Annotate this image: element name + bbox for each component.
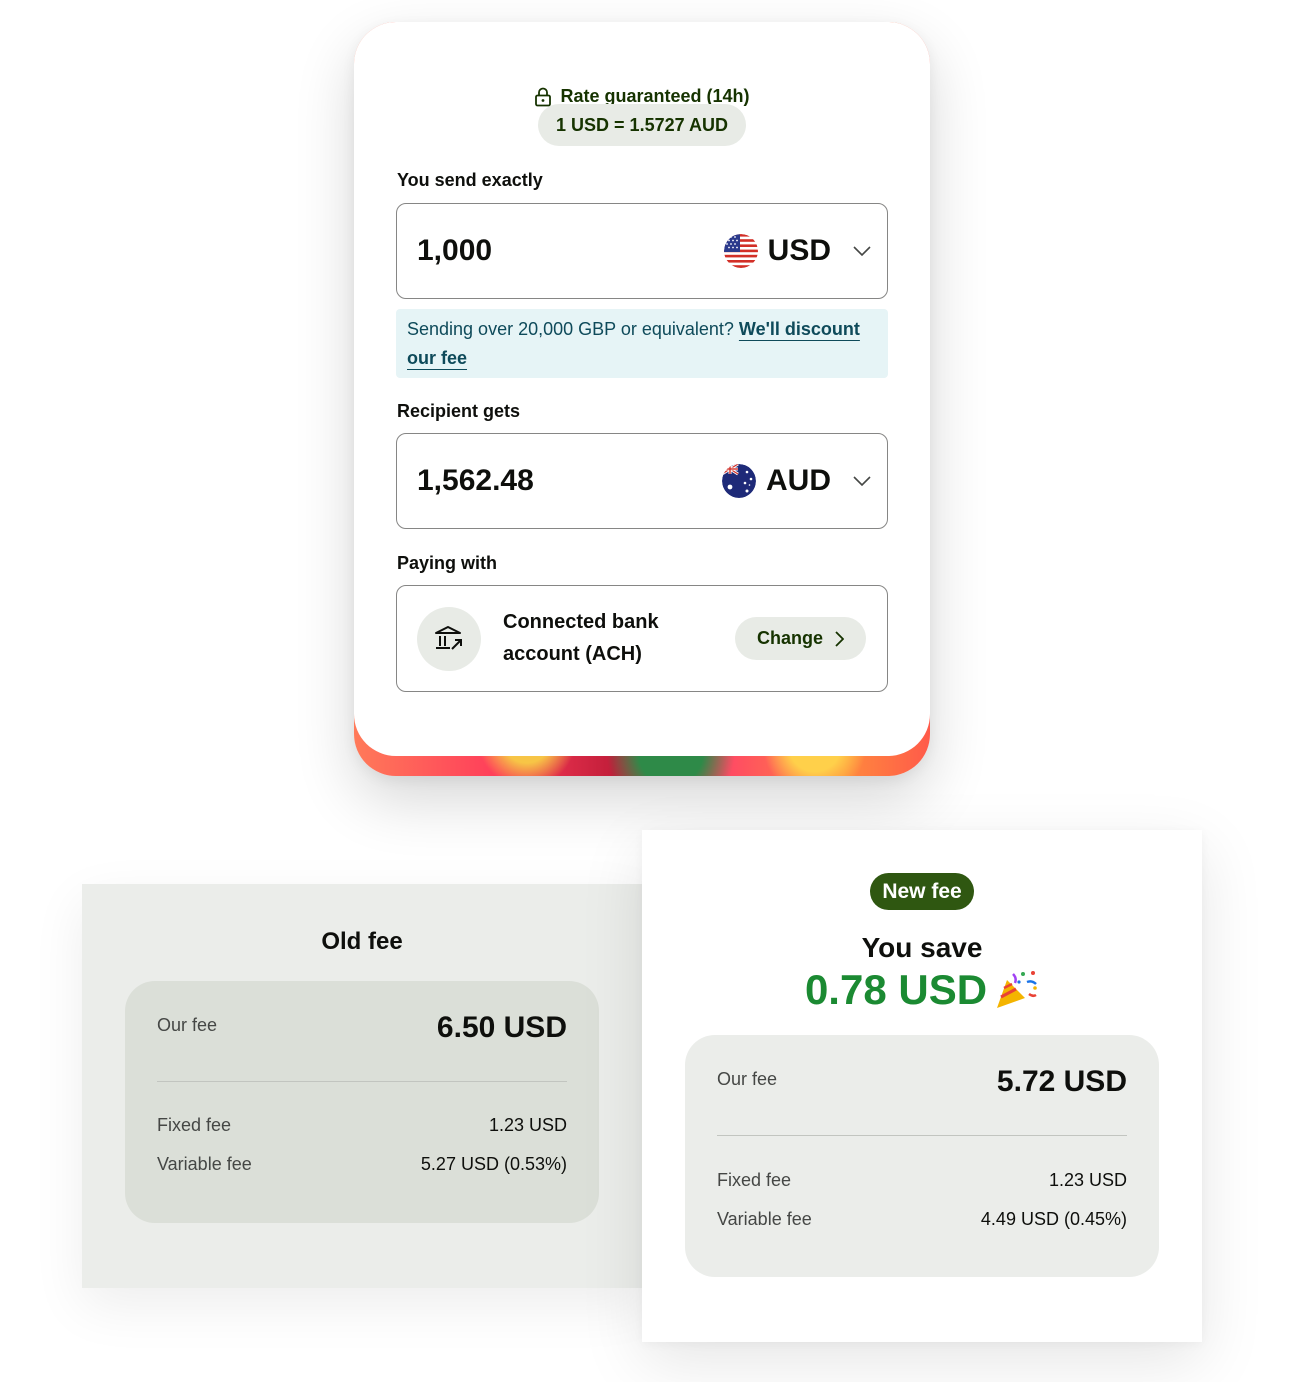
exchange-rate-pill[interactable]: 1 USD = 1.5727 AUD xyxy=(538,104,746,146)
chevron-down-icon xyxy=(853,475,871,486)
fixed-fee-label: Fixed fee xyxy=(157,1115,232,1135)
change-payment-button[interactable]: Change xyxy=(735,617,866,660)
send-amount-field[interactable]: 1,000 USD xyxy=(396,203,888,299)
variable-fee-value: 4.49 USD (0.45%) xyxy=(980,1209,1127,1229)
change-button-label: Change xyxy=(756,628,823,648)
fee-divider xyxy=(717,1135,1127,1136)
old-fee-breakdown: Our fee 6.50 USD Fixed fee 1.23 USD Vari… xyxy=(125,981,599,1223)
fixed-fee-row: Fixed fee 1.23 USD xyxy=(157,1115,567,1139)
transfer-card-frame: Rate guaranteed (14h) 1 USD = 1.5727 AUD… xyxy=(354,22,930,776)
variable-fee-label: Variable fee xyxy=(717,1209,812,1229)
chevron-down-icon xyxy=(853,245,871,256)
send-currency-code: USD xyxy=(767,233,831,267)
exchange-rate-text: 1 USD = 1.5727 AUD xyxy=(556,114,728,135)
variable-fee-value: 5.27 USD (0.53%) xyxy=(420,1154,567,1174)
receive-currency-select[interactable]: AUD xyxy=(722,434,871,527)
us-flag-icon xyxy=(723,233,758,268)
our-fee-total: 6.50 USD xyxy=(436,1011,567,1044)
bank-icon xyxy=(417,607,481,671)
paying-with-label: Paying with xyxy=(397,553,498,573)
new-fee-breakdown: Our fee 5.72 USD Fixed fee 1.23 USD Vari… xyxy=(685,1035,1159,1277)
fixed-fee-value: 1.23 USD xyxy=(488,1115,567,1135)
fixed-fee-value: 1.23 USD xyxy=(1048,1170,1127,1190)
payment-method-box[interactable]: Connected bank account (ACH) Change xyxy=(396,585,888,692)
transfer-card: Rate guaranteed (14h) 1 USD = 1.5727 AUD… xyxy=(354,22,930,756)
payment-method-name: Connected bank account (ACH) xyxy=(503,611,659,665)
send-label: You send exactly xyxy=(397,170,543,190)
send-currency-select[interactable]: USD xyxy=(723,204,871,297)
our-fee-label: Our fee xyxy=(717,1069,778,1089)
discount-notice: Sending over 20,000 GBP or equivalent? W… xyxy=(396,309,888,378)
receive-label: Recipient gets xyxy=(397,401,521,421)
party-popper-icon xyxy=(997,971,1037,1008)
au-flag-icon xyxy=(722,463,756,498)
new-fee-badge-text: New fee xyxy=(882,879,962,903)
receive-amount-field[interactable]: 1,562.48 AUD xyxy=(396,433,888,529)
fee-divider xyxy=(157,1081,567,1082)
old-fee-panel: Old fee Our fee 6.50 USD Fixed fee 1.23 … xyxy=(82,884,642,1288)
variable-fee-label: Variable fee xyxy=(157,1154,252,1174)
our-fee-total: 5.72 USD xyxy=(996,1065,1127,1098)
new-fee-badge: New fee xyxy=(870,873,974,910)
variable-fee-row: Variable fee 4.49 USD (0.45%) xyxy=(717,1209,1127,1233)
receive-amount-input[interactable]: 1,562.48 xyxy=(417,434,534,527)
you-save-label: You save xyxy=(861,932,983,963)
fixed-fee-label: Fixed fee xyxy=(717,1170,792,1190)
old-fee-title: Old fee xyxy=(321,928,403,955)
chevron-right-icon xyxy=(835,630,844,647)
receive-currency-code: AUD xyxy=(766,463,831,497)
lock-icon xyxy=(535,87,552,106)
send-amount-input[interactable]: 1,000 xyxy=(417,204,492,297)
discount-notice-text: Sending over 20,000 GBP or equivalent? xyxy=(407,319,734,339)
saving-amount: 0.78 USD xyxy=(642,966,1202,1014)
variable-fee-row: Variable fee 5.27 USD (0.53%) xyxy=(157,1154,567,1178)
our-fee-label: Our fee xyxy=(157,1015,218,1035)
saving-amount-value: 0.78 USD xyxy=(804,966,988,1013)
new-fee-panel: New fee You save 0.78 USD Our fee 5.72 U… xyxy=(642,830,1202,1342)
fixed-fee-row: Fixed fee 1.23 USD xyxy=(717,1170,1127,1194)
